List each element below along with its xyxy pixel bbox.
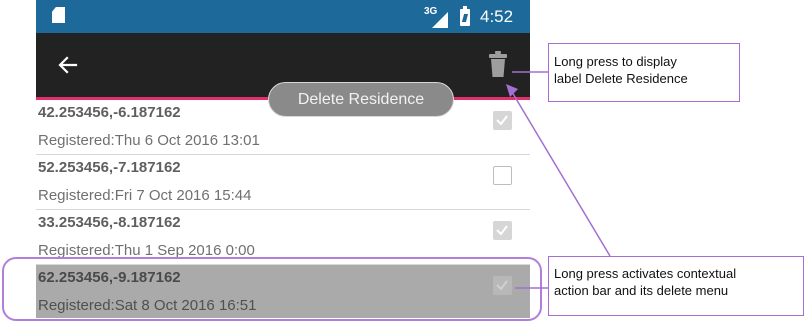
battery-icon xyxy=(460,6,470,26)
status-clock: 4:52 xyxy=(480,7,514,26)
annotation-contextual-bar: Long press activates contextual action b… xyxy=(548,256,804,316)
residence-coordinates: 52.253456,-7.187162 xyxy=(38,159,181,176)
residence-coordinates: 33.253456,-8.187162 xyxy=(38,214,181,231)
residence-registered: Registered:Thu 6 Oct 2016 13:01 xyxy=(38,132,260,149)
annotation-text: action bar and its delete menu xyxy=(554,283,729,298)
arrow-left-icon[interactable] xyxy=(56,53,80,77)
residence-checkbox[interactable] xyxy=(493,111,512,130)
residence-coordinates: 42.253456,-6.187162 xyxy=(38,104,181,121)
annotation-delete-label: Long press to display label Delete Resid… xyxy=(548,43,740,102)
sd-card-icon xyxy=(52,7,65,23)
selected-row-highlight xyxy=(2,257,542,321)
checkmark-icon xyxy=(496,115,508,126)
annotation-text: Long press activates contextual xyxy=(554,266,737,281)
residence-checkbox[interactable] xyxy=(493,221,512,240)
residence-checkbox[interactable] xyxy=(493,166,512,185)
delete-residence-tooltip: Delete Residence xyxy=(268,82,454,117)
residence-row[interactable]: 52.253456,-7.187162 Registered:Fri 7 Oct… xyxy=(36,155,530,210)
trash-icon[interactable] xyxy=(488,51,508,77)
residence-registered: Registered:Fri 7 Oct 2016 15:44 xyxy=(38,187,252,204)
status-bar: 3G 4:52 xyxy=(36,0,530,33)
annotation-text: label Delete Residence xyxy=(554,71,688,86)
checkmark-icon xyxy=(496,225,508,236)
annotation-text: Long press to display xyxy=(554,54,677,69)
network-type-label: 3G xyxy=(424,6,438,17)
